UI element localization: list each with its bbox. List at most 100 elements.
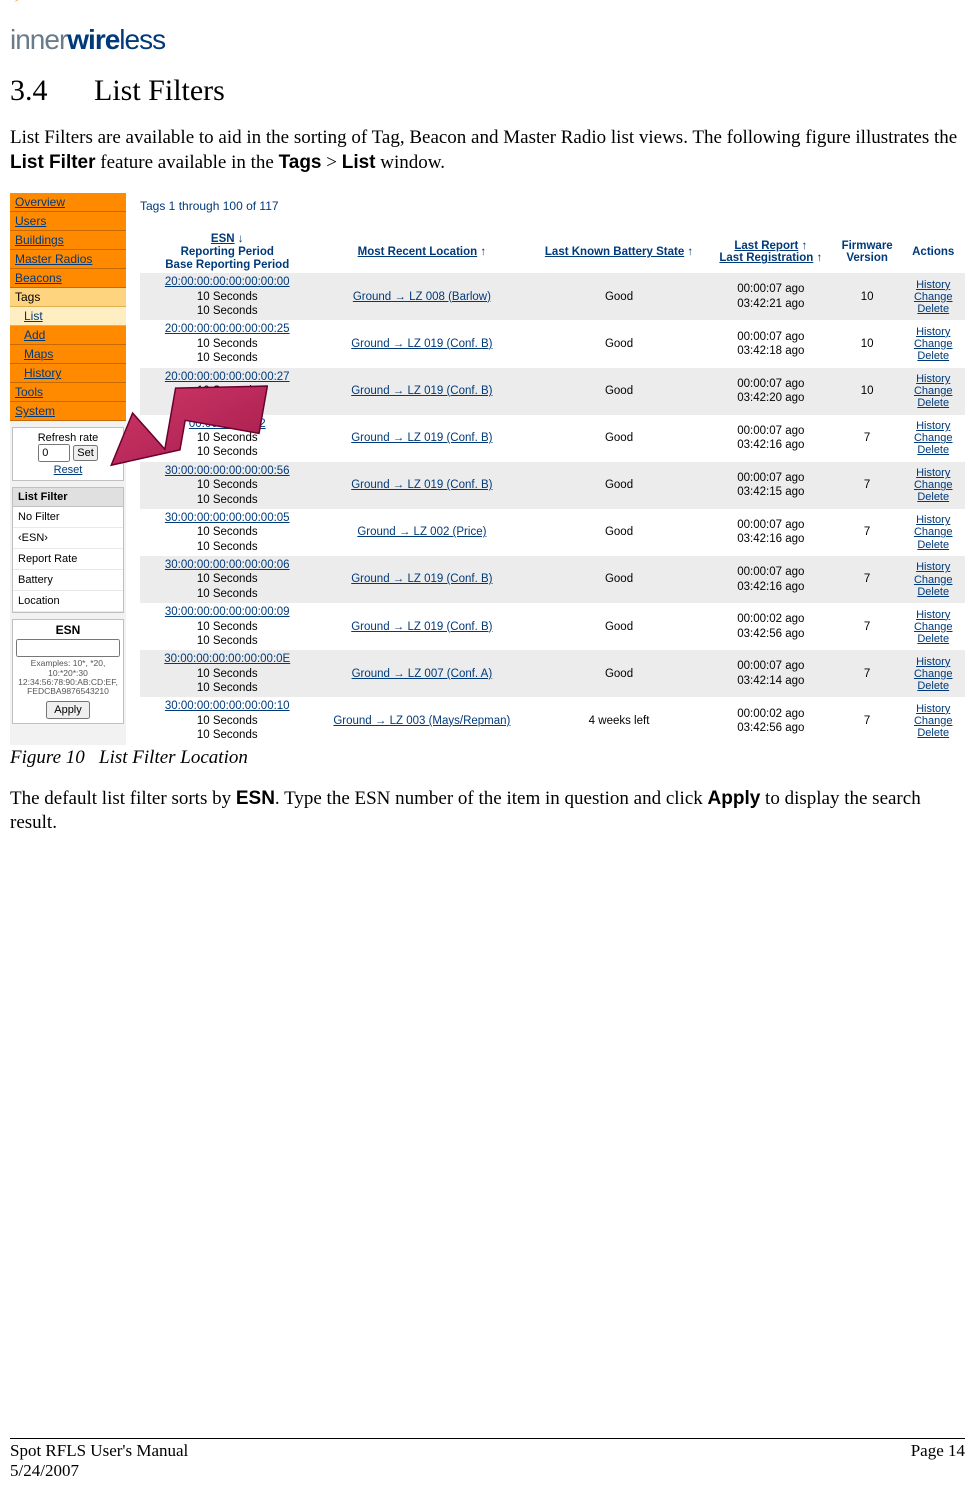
action-delete[interactable]: Delete	[905, 680, 961, 692]
esn-link[interactable]: 30:00:00:00:00:00:00:0E	[144, 652, 310, 666]
action-change[interactable]: Change	[905, 338, 961, 350]
last-cell: 00:00:07 ago03:42:16 ago	[709, 415, 833, 462]
filter-option[interactable]: Battery	[13, 570, 123, 591]
nav-item-system[interactable]: System	[10, 402, 126, 421]
action-history[interactable]: History	[905, 279, 961, 291]
esn-link[interactable]: 00:00:00:00:52	[144, 417, 310, 431]
action-delete[interactable]: Delete	[905, 397, 961, 409]
nav-item-tags[interactable]: Tags	[10, 288, 126, 307]
battery-cell: Good	[529, 368, 709, 415]
filter-option[interactable]: No Filter	[13, 507, 123, 528]
nav-item-history[interactable]: History	[10, 364, 126, 383]
action-delete[interactable]: Delete	[905, 727, 961, 739]
action-history[interactable]: History	[905, 373, 961, 385]
battery-cell: Good	[529, 603, 709, 650]
action-delete[interactable]: Delete	[905, 444, 961, 456]
location-link[interactable]: Ground → LZ 019 (Conf. B)	[351, 479, 492, 491]
location-link[interactable]: Ground → LZ 019 (Conf. B)	[351, 621, 492, 633]
location-link[interactable]: Ground → LZ 019 (Conf. B)	[351, 385, 492, 397]
esn-link[interactable]: 20:00:00:00:00:00:00:25	[144, 322, 310, 336]
battery-cell: Good	[529, 556, 709, 603]
location-link[interactable]: Ground → LZ 008 (Barlow)	[353, 291, 491, 303]
figure-caption: Figure 10 List Filter Location	[10, 747, 965, 769]
action-delete[interactable]: Delete	[905, 491, 961, 503]
last-cell: 00:00:07 ago03:42:16 ago	[709, 556, 833, 603]
filter-option[interactable]: ‹ESN›	[13, 528, 123, 549]
action-change[interactable]: Change	[905, 432, 961, 444]
esn-link[interactable]: 30:00:00:00:00:00:00:05	[144, 511, 310, 525]
footer-page-number: Page 14	[911, 1441, 965, 1481]
refresh-set-button[interactable]: Set	[73, 445, 98, 461]
action-change[interactable]: Change	[905, 621, 961, 633]
last-cell: 00:00:07 ago03:42:14 ago	[709, 650, 833, 697]
action-history[interactable]: History	[905, 656, 961, 668]
logo-swoosh	[10, 10, 965, 24]
filter-option[interactable]: Location	[13, 591, 123, 612]
last-cell: 00:00:02 ago03:42:56 ago	[709, 697, 833, 744]
footer-manual-title: Spot RFLS User's Manual	[10, 1441, 188, 1461]
location-link[interactable]: Ground → LZ 019 (Conf. B)	[351, 573, 492, 585]
firmware-cell: 7	[833, 462, 902, 509]
nav-item-master-radios[interactable]: Master Radios	[10, 250, 126, 269]
filter-option[interactable]: Report Rate	[13, 549, 123, 570]
col-battery[interactable]: Last Known Battery State ↑	[529, 231, 709, 273]
nav-item-beacons[interactable]: Beacons	[10, 269, 126, 288]
nav-item-users[interactable]: Users	[10, 212, 126, 231]
esn-link[interactable]: 30:00:00:00:00:00:00:56	[144, 464, 310, 478]
action-history[interactable]: History	[905, 467, 961, 479]
refresh-input[interactable]	[38, 444, 70, 462]
esn-link[interactable]: 30:00:00:00:00:00:00:09	[144, 605, 310, 619]
last-cell: 00:00:02 ago03:42:56 ago	[709, 603, 833, 650]
esn-link[interactable]: 30:00:00:00:00:00:00:10	[144, 699, 310, 713]
action-change[interactable]: Change	[905, 668, 961, 680]
action-change[interactable]: Change	[905, 479, 961, 491]
firmware-cell: 7	[833, 697, 902, 744]
action-change[interactable]: Change	[905, 385, 961, 397]
nav-item-add[interactable]: Add	[10, 326, 126, 345]
action-change[interactable]: Change	[905, 526, 961, 538]
result-count: Tags 1 through 100 of 117	[140, 195, 965, 231]
battery-cell: Good	[529, 650, 709, 697]
firmware-cell: 7	[833, 509, 902, 556]
action-delete[interactable]: Delete	[905, 633, 961, 645]
action-change[interactable]: Change	[905, 574, 961, 586]
action-delete[interactable]: Delete	[905, 539, 961, 551]
action-history[interactable]: History	[905, 514, 961, 526]
apply-button[interactable]: Apply	[46, 701, 90, 719]
last-cell: 00:00:07 ago03:42:16 ago	[709, 509, 833, 556]
firmware-cell: 10	[833, 320, 902, 367]
location-link[interactable]: Ground → LZ 002 (Price)	[357, 526, 486, 538]
action-history[interactable]: History	[905, 609, 961, 621]
action-history[interactable]: History	[905, 420, 961, 432]
firmware-cell: 7	[833, 603, 902, 650]
esn-link[interactable]: 20:00:00:00:00:00:00:00	[144, 275, 310, 289]
col-actions: Actions	[901, 231, 965, 273]
action-change[interactable]: Change	[905, 715, 961, 727]
battery-cell: Good	[529, 273, 709, 320]
col-firmware[interactable]: Firmware Version	[833, 231, 902, 273]
col-location[interactable]: Most Recent Location ↑	[314, 231, 529, 273]
action-delete[interactable]: Delete	[905, 350, 961, 362]
nav-item-maps[interactable]: Maps	[10, 345, 126, 364]
location-link[interactable]: Ground → LZ 019 (Conf. B)	[351, 338, 492, 350]
table-row: 20:00:00:00:00:00:00:0010 Seconds10 Seco…	[140, 273, 965, 320]
action-history[interactable]: History	[905, 561, 961, 573]
refresh-reset-link[interactable]: Reset	[15, 464, 121, 476]
col-last[interactable]: Last Report ↑Last Registration ↑	[709, 231, 833, 273]
action-delete[interactable]: Delete	[905, 303, 961, 315]
nav-item-tools[interactable]: Tools	[10, 383, 126, 402]
esn-link[interactable]: 20:00:00:00:00:00:00:27	[144, 370, 310, 384]
esn-link[interactable]: 30:00:00:00:00:00:00:06	[144, 558, 310, 572]
action-change[interactable]: Change	[905, 291, 961, 303]
action-delete[interactable]: Delete	[905, 586, 961, 598]
esn-input[interactable]	[16, 639, 120, 657]
action-history[interactable]: History	[905, 703, 961, 715]
location-link[interactable]: Ground → LZ 019 (Conf. B)	[351, 432, 492, 444]
location-link[interactable]: Ground → LZ 003 (Mays/Repman)	[333, 715, 510, 727]
nav-item-overview[interactable]: Overview	[10, 193, 126, 212]
nav-item-list[interactable]: List	[10, 307, 126, 326]
location-link[interactable]: Ground → LZ 007 (Conf. A)	[352, 668, 493, 680]
action-history[interactable]: History	[905, 326, 961, 338]
nav-item-buildings[interactable]: Buildings	[10, 231, 126, 250]
col-esn[interactable]: ESN ↓ Reporting Period Base Reporting Pe…	[140, 231, 314, 273]
